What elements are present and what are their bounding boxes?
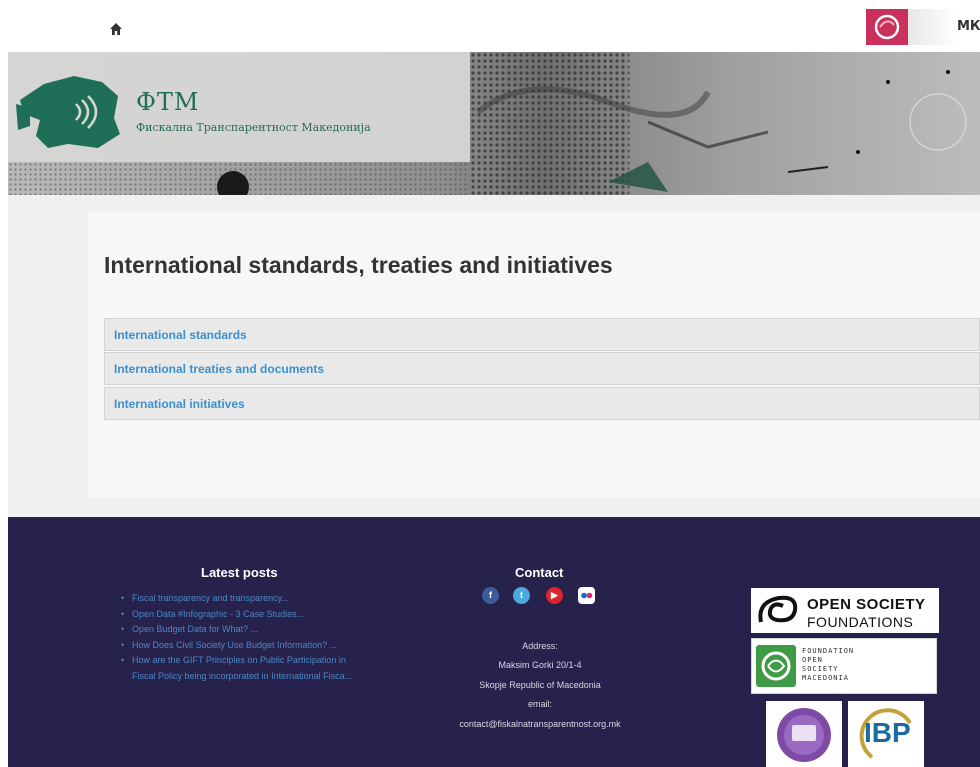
accordion-item-label[interactable]: International initiatives bbox=[114, 397, 245, 411]
top-bar: МК bbox=[0, 0, 980, 52]
logo-title: ФТМ bbox=[136, 88, 200, 116]
facebook-icon[interactable]: f bbox=[482, 587, 499, 604]
ibp-logo[interactable]: IBP bbox=[848, 701, 924, 767]
accordion-item-label[interactable]: International standards bbox=[114, 328, 247, 342]
make-budgets-public-logo[interactable] bbox=[766, 701, 842, 767]
make-budgets-public-badge-icon bbox=[777, 708, 831, 762]
macedonia-logo-icon bbox=[866, 9, 908, 45]
open-society-foundations-logo[interactable]: OPEN SOCIETY FOUNDATIONS bbox=[751, 588, 939, 633]
accordion-item-international-treaties[interactable]: International treaties and documents bbox=[104, 352, 980, 385]
youtube-icon[interactable]: ▶ bbox=[546, 587, 563, 604]
email-label: email: bbox=[527, 699, 552, 709]
ibp-text: IBP bbox=[864, 717, 911, 748]
logo-subtitle: Фискална Транспарентност Македонија bbox=[136, 121, 371, 134]
address-street: Maksim Gorki 20/1-4 bbox=[498, 660, 582, 670]
accordion-item-international-standards[interactable]: International standards bbox=[104, 318, 980, 351]
post-link[interactable]: Open Budget Data for What? ... bbox=[120, 622, 360, 638]
accordion-item-international-initiatives[interactable]: International initiatives bbox=[104, 387, 980, 420]
home-icon[interactable] bbox=[109, 22, 123, 36]
post-link[interactable]: Fiscal transparency and transparency... bbox=[120, 591, 360, 607]
address-city: Skopje Republic of Macedonia bbox=[479, 680, 601, 690]
post-link[interactable]: How Does Civil Society Use Budget Inform… bbox=[120, 638, 360, 654]
osf-swirl-icon bbox=[758, 595, 798, 623]
megaphone-map-icon bbox=[16, 76, 120, 148]
fosm-emblem-icon bbox=[756, 645, 796, 687]
page-title: International standards, treaties and in… bbox=[104, 252, 613, 278]
fosm-text: FOUNDATION OPEN SOCIETY MACEDONIA bbox=[802, 647, 855, 682]
osf-line2: FOUNDATIONS bbox=[807, 614, 914, 630]
contact-heading: Contact bbox=[515, 565, 564, 580]
email-link[interactable]: contact@fiskalnatransparentnost.org.mk bbox=[410, 719, 670, 729]
address-label: Address: bbox=[522, 641, 558, 651]
language-switch[interactable]: МК bbox=[957, 19, 980, 34]
site-logo[interactable]: ФТМ Фискална Транспарентност Македонија bbox=[8, 52, 470, 162]
accordion-item-label[interactable]: International treaties and documents bbox=[114, 362, 324, 376]
post-link[interactable]: How are the GIFT Principles on Public Pa… bbox=[120, 653, 360, 684]
latest-posts-list: Fiscal transparency and transparency... … bbox=[120, 591, 360, 684]
flickr-icon[interactable] bbox=[578, 587, 595, 604]
foundation-open-society-macedonia-logo[interactable]: FOUNDATION OPEN SOCIETY MACEDONIA bbox=[751, 638, 937, 694]
latest-posts-heading: Latest posts bbox=[201, 565, 278, 580]
language-banner bbox=[908, 9, 958, 45]
post-link[interactable]: Open Data #Infographic - 3 Case Studies.… bbox=[120, 607, 360, 623]
header-banner: ФТМ Фискална Транспарентност Македонија bbox=[8, 52, 980, 195]
twitter-icon[interactable]: t bbox=[513, 587, 530, 604]
osf-line1: OPEN SOCIETY bbox=[807, 596, 926, 613]
page: МК ФТМ Фискална Транспарентност Македони… bbox=[0, 0, 980, 767]
